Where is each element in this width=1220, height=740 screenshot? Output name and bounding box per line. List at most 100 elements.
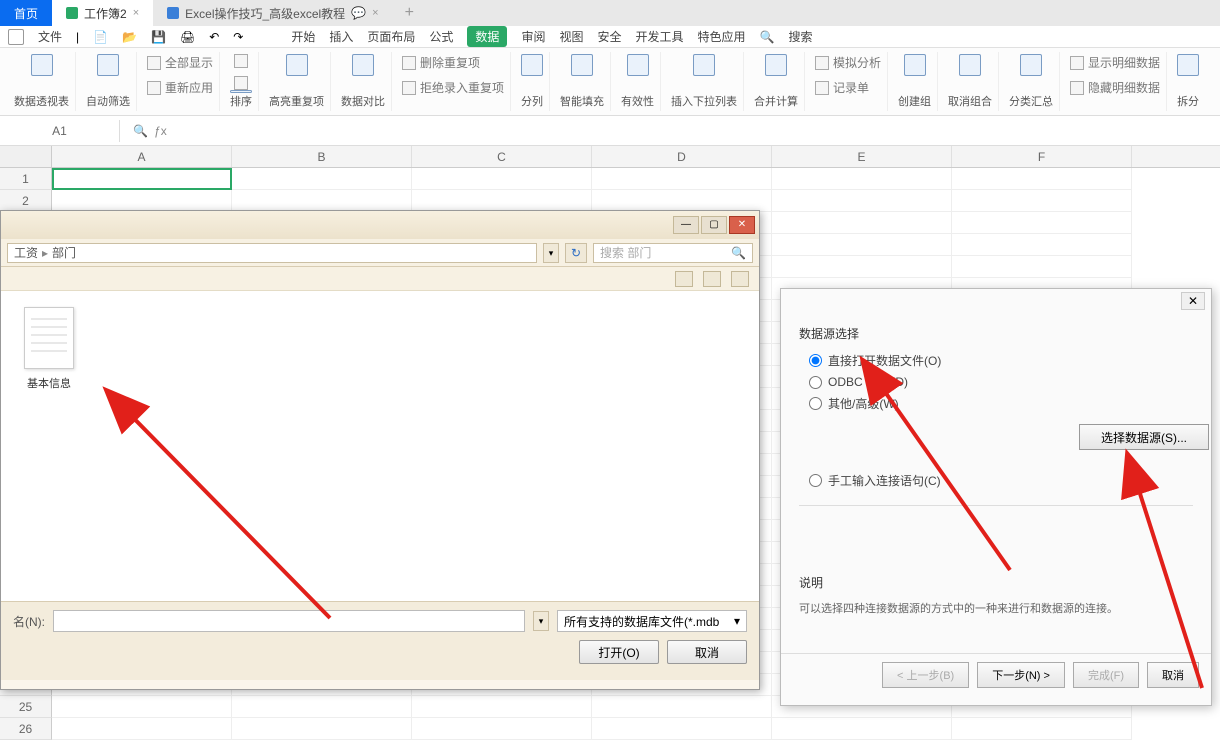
ribbon-flashfill[interactable]: 智能填充	[554, 52, 611, 111]
col-header[interactable]: F	[952, 146, 1132, 167]
cell[interactable]	[772, 256, 952, 278]
cancel-button[interactable]: 取消	[667, 640, 747, 664]
menu-special[interactable]: 特色应用	[698, 28, 746, 45]
whatif[interactable]: 模拟分析	[815, 54, 881, 71]
workbook-tab[interactable]: 工作簿2×	[52, 0, 153, 26]
ribbon-consolidate[interactable]: 合并计算	[748, 52, 805, 111]
cell[interactable]	[232, 168, 412, 190]
ribbon-subtotal[interactable]: 分类汇总	[1003, 52, 1060, 111]
reapply[interactable]: 重新应用	[147, 79, 213, 96]
cell[interactable]	[952, 190, 1132, 212]
menu-security[interactable]: 安全	[597, 28, 621, 45]
radio-manual[interactable]: 手工输入连接语句(C)	[809, 472, 1193, 489]
cell[interactable]	[412, 190, 592, 212]
name-box[interactable]: A1	[0, 120, 120, 142]
cell[interactable]	[592, 718, 772, 740]
cell[interactable]	[52, 168, 232, 190]
close-button[interactable]: ✕	[1181, 292, 1205, 310]
cell[interactable]	[592, 168, 772, 190]
qat-open-icon[interactable]: 📂	[122, 30, 137, 44]
cancel-button[interactable]: 取消	[1147, 662, 1199, 688]
menu-layout[interactable]: 页面布局	[367, 28, 415, 45]
cell[interactable]	[772, 212, 952, 234]
show-detail[interactable]: 显示明细数据	[1070, 54, 1160, 71]
row-header[interactable]: 25	[0, 696, 52, 718]
row-header[interactable]: 1	[0, 168, 52, 190]
filetype-select[interactable]: 所有支持的数据库文件(*.mdb▾	[557, 610, 747, 632]
radio-other[interactable]: 其他/高级(W)	[809, 395, 1193, 412]
menu-data[interactable]: 数据	[467, 26, 507, 47]
doc-tab[interactable]: Excel操作技巧_高级excel教程💬×	[153, 0, 392, 26]
qat-undo-icon[interactable]: ↶	[209, 30, 219, 44]
reject-dup[interactable]: 拒绝录入重复项	[402, 79, 504, 96]
cell[interactable]	[52, 718, 232, 740]
file-list[interactable]: 基本信息	[1, 291, 759, 601]
menu-view[interactable]: 视图	[559, 28, 583, 45]
select-source-button[interactable]: 选择数据源(S)...	[1079, 424, 1209, 450]
radio-input[interactable]	[809, 474, 822, 487]
qat-save-icon[interactable]: 💾	[151, 30, 166, 44]
cell[interactable]	[412, 696, 592, 718]
file-item[interactable]: 基本信息	[17, 307, 81, 391]
close-icon[interactable]: ×	[133, 7, 139, 19]
ribbon-splitview[interactable]: 拆分	[1171, 52, 1205, 111]
new-tab-button[interactable]: +	[393, 4, 426, 22]
menu-insert[interactable]: 插入	[329, 28, 353, 45]
open-button[interactable]: 打开(O)	[579, 640, 659, 664]
sort-asc-icon[interactable]	[234, 54, 248, 68]
path-dropdown[interactable]: ▾	[543, 243, 559, 263]
qat-new-icon[interactable]: 📄	[93, 30, 108, 44]
col-header[interactable]: A	[52, 146, 232, 167]
remove-dup[interactable]: 删除重复项	[402, 54, 480, 71]
cell[interactable]	[772, 168, 952, 190]
cell[interactable]	[232, 696, 412, 718]
view-button[interactable]	[675, 271, 693, 287]
menu-review[interactable]: 审阅	[521, 28, 545, 45]
search-icon[interactable]: 🔍	[133, 124, 148, 138]
col-header[interactable]: B	[232, 146, 412, 167]
col-header[interactable]: E	[772, 146, 952, 167]
minimize-button[interactable]: —	[673, 216, 699, 234]
cell[interactable]	[772, 234, 952, 256]
refresh-button[interactable]: ↻	[565, 243, 587, 263]
ribbon-ungroup[interactable]: 取消组合	[942, 52, 999, 111]
home-tab[interactable]: 首页	[0, 0, 52, 26]
view-button[interactable]	[703, 271, 721, 287]
next-button[interactable]: 下一步(N) >	[977, 662, 1065, 688]
row-header[interactable]: 26	[0, 718, 52, 740]
ribbon-group[interactable]: 创建组	[892, 52, 938, 111]
cell[interactable]	[232, 718, 412, 740]
cell[interactable]	[952, 256, 1132, 278]
ribbon-dropdown[interactable]: 插入下拉列表	[665, 52, 744, 111]
close-button[interactable]: ✕	[729, 216, 755, 234]
row-header[interactable]: 2	[0, 190, 52, 212]
sort-desc-icon[interactable]	[234, 76, 248, 90]
cell[interactable]	[232, 190, 412, 212]
qat-redo-icon[interactable]: ↷	[233, 30, 243, 44]
menu-dev[interactable]: 开发工具	[635, 28, 683, 45]
radio-odbc[interactable]: ODBC DSN(D)	[809, 375, 1193, 389]
ribbon-split[interactable]: 分列	[515, 52, 550, 111]
cell[interactable]	[52, 696, 232, 718]
ribbon-validate[interactable]: 有效性	[615, 52, 661, 111]
cell[interactable]	[52, 190, 232, 212]
menu-start[interactable]: 开始	[291, 28, 315, 45]
cell[interactable]	[772, 718, 952, 740]
ribbon-sort[interactable]: 排序	[224, 52, 259, 111]
cell[interactable]	[952, 168, 1132, 190]
help-button[interactable]	[731, 271, 749, 287]
radio-input[interactable]	[809, 354, 822, 367]
ribbon-compare[interactable]: 数据对比	[335, 52, 392, 111]
col-header[interactable]: D	[592, 146, 772, 167]
col-header[interactable]: C	[412, 146, 592, 167]
hide-detail[interactable]: 隐藏明细数据	[1070, 79, 1160, 96]
breadcrumb-item[interactable]: 部门	[52, 244, 76, 261]
close-icon[interactable]: ×	[372, 7, 378, 19]
radio-input[interactable]	[809, 397, 822, 410]
cell[interactable]	[412, 718, 592, 740]
cell[interactable]	[592, 190, 772, 212]
filename-input[interactable]	[53, 610, 525, 632]
ribbon-filter[interactable]: 自动筛选	[80, 52, 137, 111]
cell[interactable]	[952, 234, 1132, 256]
qat-print-icon[interactable]: 🖨	[180, 30, 195, 44]
